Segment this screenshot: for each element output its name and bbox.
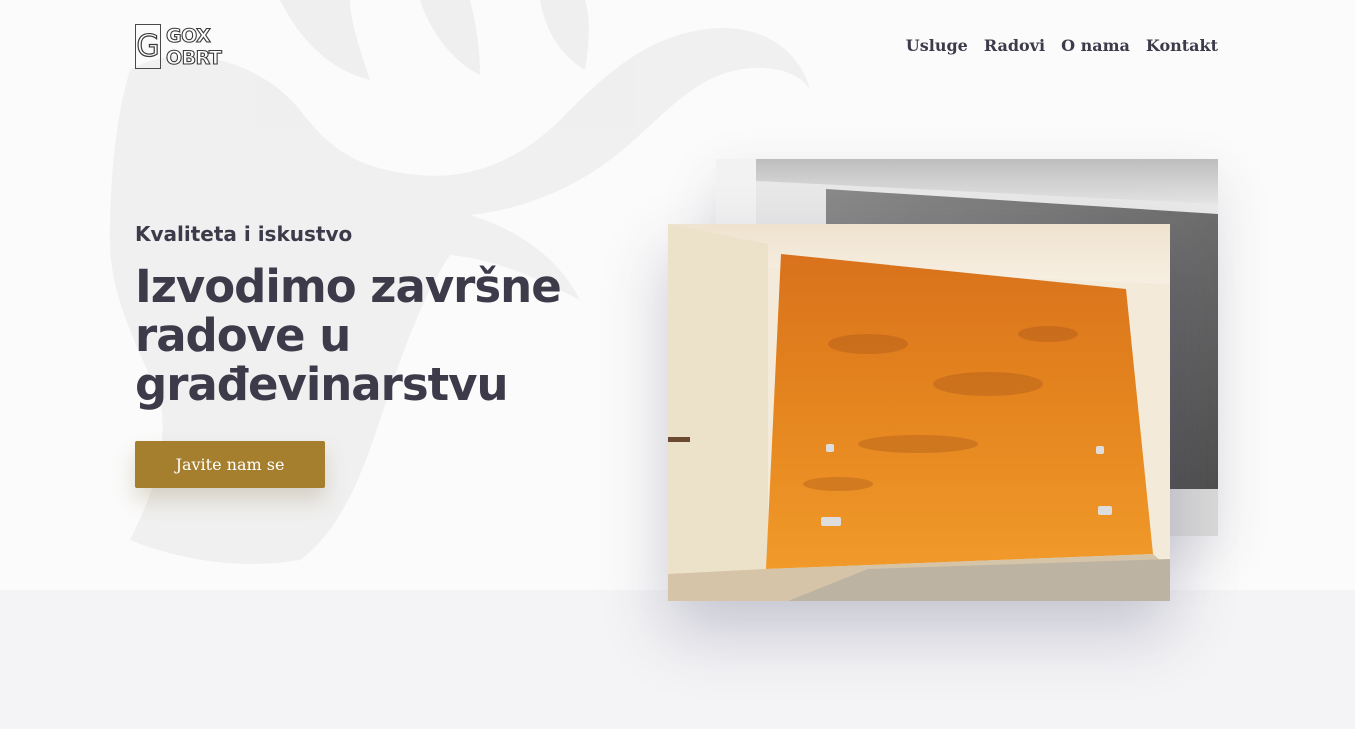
hero-headline: Izvodimo završne radove u građevinarstvu — [135, 260, 562, 411]
nav-link-radovi[interactable]: Radovi — [984, 36, 1045, 55]
site-header: G GOX OBRT Usluge Radovi O nama Kontakt — [0, 0, 1355, 100]
nav-link-o-nama[interactable]: O nama — [1061, 36, 1130, 55]
logo[interactable]: G GOX OBRT — [135, 24, 222, 69]
nav-link-kontakt[interactable]: Kontakt — [1146, 36, 1218, 55]
logo-mark: G — [135, 24, 161, 69]
main-nav: Usluge Radovi O nama Kontakt — [906, 36, 1218, 55]
logo-line-1: GOX — [165, 24, 211, 47]
logo-line-2: OBRT — [165, 46, 222, 69]
hero-eyebrow: Kvaliteta i iskustvo — [135, 222, 353, 246]
logo-wordmark: GOX OBRT — [165, 24, 222, 69]
contact-cta-button[interactable]: Javite nam se — [135, 441, 325, 488]
orange-wall-photo — [668, 224, 1170, 601]
nav-link-usluge[interactable]: Usluge — [906, 36, 968, 55]
